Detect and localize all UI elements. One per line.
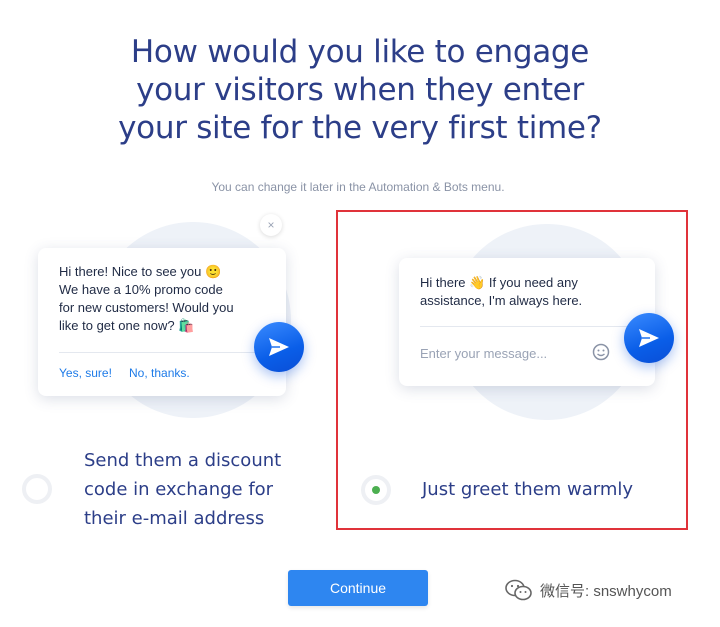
message-input[interactable]: Enter your message... — [420, 346, 547, 361]
greet-message: Hi there 👋 If you need any assistance, I… — [420, 274, 645, 310]
close-icon[interactable]: × — [260, 214, 282, 236]
discount-option-label-line-3: their e-mail address — [84, 508, 265, 529]
greet-message-line-2: assistance, I'm always here. — [420, 293, 583, 308]
discount-preview-card: Hi there! Nice to see you 🙂 We have a 10… — [38, 248, 286, 396]
page-title-line-1: How would you like to engage — [130, 34, 590, 70]
greet-message-line-1: Hi there 👋 If you need any — [420, 275, 578, 290]
greet-option-radio[interactable] — [361, 475, 391, 505]
discount-message-line-2: We have a 10% promo code — [59, 282, 223, 297]
discount-message-line-3: for new customers! Would you — [59, 300, 234, 315]
discount-message-line-4: like to get one now? 🛍️ — [59, 318, 195, 333]
emoji-icon[interactable] — [592, 343, 610, 361]
discount-message: Hi there! Nice to see you 🙂 We have a 10… — [59, 263, 274, 335]
send-icon — [639, 329, 659, 347]
continue-button[interactable]: Continue — [288, 570, 428, 606]
page-subtitle: You can change it later in the Automatio… — [211, 180, 505, 194]
discount-send-button[interactable] — [254, 322, 304, 372]
discount-option-label-line-2: code in exchange for — [84, 479, 274, 500]
greet-card-divider — [420, 326, 634, 327]
discount-message-line-1: Hi there! Nice to see you 🙂 — [59, 264, 222, 279]
greet-send-button[interactable] — [624, 313, 674, 363]
page-title-line-2: your visitors when they enter — [136, 72, 584, 108]
discount-card-divider — [59, 352, 259, 353]
page-title-line-3: your site for the very first time? — [118, 110, 602, 146]
yes-sure-link[interactable]: Yes, sure! — [59, 366, 112, 380]
page-title: How would you like to engage your visito… — [0, 33, 720, 147]
wechat-icon — [505, 579, 532, 601]
greet-option-label[interactable]: Just greet them warmly — [422, 475, 633, 504]
no-thanks-link[interactable]: No, thanks. — [129, 366, 190, 380]
discount-option-label[interactable]: Send them a discount code in exchange fo… — [84, 446, 281, 533]
discount-option-radio[interactable] — [22, 474, 52, 504]
radio-selected-dot — [372, 486, 380, 494]
watermark: 微信号: snswhycom — [504, 578, 672, 602]
send-icon — [269, 338, 289, 356]
discount-option-label-line-1: Send them a discount — [84, 450, 282, 471]
watermark-text: 微信号: snswhycom — [540, 582, 672, 600]
greet-preview-card: Hi there 👋 If you need any assistance, I… — [399, 258, 655, 386]
